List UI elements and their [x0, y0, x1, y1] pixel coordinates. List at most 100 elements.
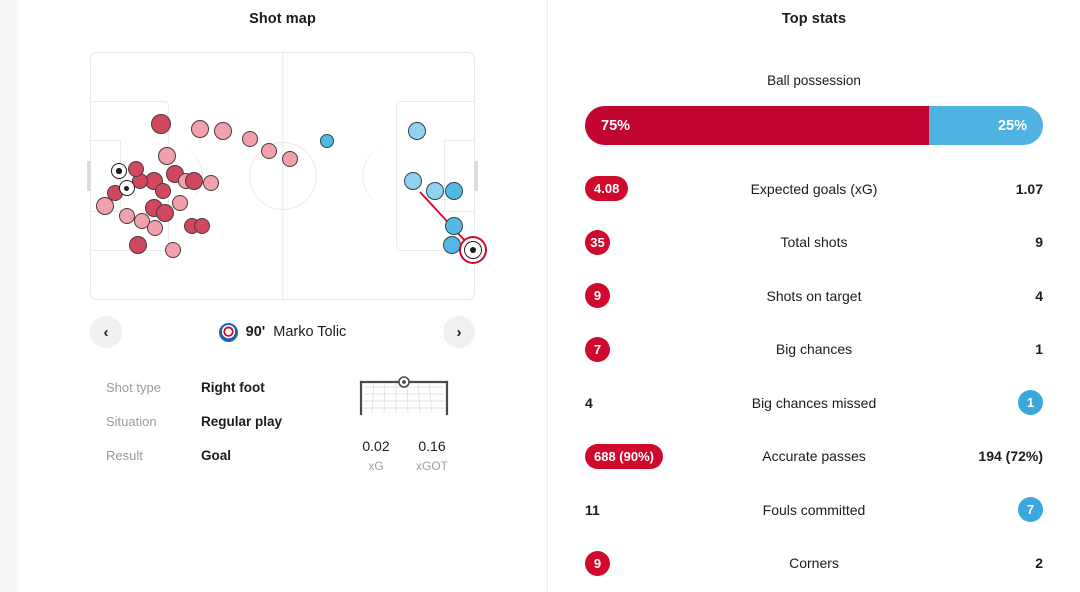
- stat-row: 7 Big chances 1: [585, 323, 1043, 377]
- top-stats-panel: Top stats Ball possession 75% 25% 4.08 Ex…: [548, 0, 1080, 592]
- stat-label: Accurate passes: [762, 448, 866, 465]
- shot-marker[interactable]: [156, 204, 175, 223]
- xgot-label: xGOT: [416, 459, 448, 473]
- stat-away-value: 1: [923, 341, 1043, 357]
- shot-marker[interactable]: [164, 242, 181, 259]
- stat-away-value: 2: [923, 555, 1043, 571]
- stat-home-value: 4: [585, 395, 705, 411]
- shot-details: Shot type Right foot Situation Regular play…: [106, 380, 346, 482]
- stats-list: 4.08 Expected goals (xG) 1.07 35 Total shots…: [585, 162, 1043, 590]
- shot-marker[interactable]: [282, 150, 299, 167]
- ball-possession-bar: 75% 25%: [585, 106, 1043, 145]
- stat-home-value: 11: [585, 502, 705, 518]
- xg-values: 0.02 0.16: [352, 438, 456, 454]
- stat-label: Total shots: [780, 234, 848, 251]
- stat-away-value: 1.07: [923, 181, 1043, 197]
- goalmouth-container: 0.02 0.16 xG xGOT: [352, 375, 456, 473]
- shot-marker[interactable]: [158, 147, 176, 166]
- stat-away-plain: 2: [1035, 555, 1043, 572]
- stat-away-value: 1: [923, 390, 1043, 416]
- shot-marker[interactable]: [155, 182, 172, 199]
- xg-labels: xG xGOT: [352, 459, 456, 473]
- selected-shot-player: 90' Marko Tolic: [218, 322, 347, 342]
- shot-marker[interactable]: [172, 195, 189, 212]
- shot-marker[interactable]: [442, 236, 461, 255]
- stat-home-value: 9: [585, 283, 705, 309]
- stat-away-plain: 1.07: [1015, 180, 1043, 197]
- shot-detail-value: Goal: [201, 448, 232, 463]
- shot-marker[interactable]: [129, 236, 148, 255]
- shot-marker[interactable]: [128, 160, 145, 177]
- stat-away-plain: 1: [1035, 341, 1043, 358]
- shot-marker-goal[interactable]: [118, 180, 135, 197]
- shot-marker[interactable]: [444, 181, 463, 200]
- stat-row: 4 Big chances missed 1: [585, 376, 1043, 430]
- stat-label: Expected goals (xG): [750, 180, 878, 197]
- page-background-strip: [0, 0, 18, 592]
- shot-map-title: Shot map: [249, 11, 316, 27]
- stat-away-plain: 194 (72%): [978, 448, 1043, 465]
- stat-label: Big chances missed: [751, 394, 877, 411]
- shot-detail-row: Situation Regular play: [106, 414, 346, 448]
- stat-label: Big chances: [775, 341, 853, 358]
- shot-marker[interactable]: [203, 175, 220, 192]
- shot-marker[interactable]: [96, 196, 115, 215]
- stat-row: 9 Corners 2: [585, 537, 1043, 591]
- shot-marker[interactable]: [118, 207, 135, 224]
- stat-label: Corners: [789, 555, 839, 572]
- shot-marker-goal[interactable]: [464, 241, 483, 260]
- stat-away-value: 4: [923, 288, 1043, 304]
- shot-marker[interactable]: [184, 171, 203, 190]
- stat-away-badge: 7: [1018, 497, 1043, 523]
- xgot-value: 0.16: [418, 438, 446, 454]
- shot-marker[interactable]: [190, 119, 209, 138]
- stat-home-value: 9: [585, 550, 705, 576]
- shot-detail-key: Result: [106, 448, 143, 463]
- previous-shot-button[interactable]: ‹: [90, 316, 122, 348]
- shot-detail-row: Shot type Right foot: [106, 380, 346, 414]
- shot-marker[interactable]: [261, 143, 278, 160]
- shot-navigator: ‹ 90' Marko Tolic ›: [90, 312, 475, 352]
- stat-row: 4.08 Expected goals (xG) 1.07: [585, 162, 1043, 216]
- shot-marker[interactable]: [425, 181, 444, 200]
- shot-marker[interactable]: [151, 113, 172, 134]
- shot-marker[interactable]: [213, 122, 232, 141]
- shot-marker[interactable]: [404, 171, 423, 190]
- stat-away-value: 7: [923, 497, 1043, 523]
- stat-row: 688 (90%) Accurate passes 194 (72%): [585, 430, 1043, 484]
- shot-detail-row: Result Goal: [106, 448, 346, 482]
- ball-possession-label: Ball possession: [767, 73, 861, 88]
- xg-label: xG: [368, 459, 384, 473]
- stat-home-plain: 4: [585, 394, 593, 411]
- stat-home-value: 35: [585, 229, 705, 255]
- pitch-container[interactable]: [87, 52, 483, 300]
- stat-label: Shots on target: [766, 287, 862, 304]
- match-stats-page: Shot map ‹ 90' Marko Tolic › Shot type R…: [0, 0, 1080, 592]
- stat-away-plain: 9: [1035, 234, 1043, 251]
- shot-marker[interactable]: [408, 122, 427, 141]
- stat-away-value: 9: [923, 234, 1043, 250]
- stat-row: 9 Shots on target 4: [585, 269, 1043, 323]
- top-stats-title: Top stats: [781, 11, 847, 27]
- shot-marker[interactable]: [319, 134, 334, 149]
- stat-away-badge: 1: [1018, 390, 1043, 416]
- stat-home-value: 7: [585, 336, 705, 362]
- shot-marker-goal[interactable]: [110, 163, 127, 180]
- shot-map-panel: Shot map ‹ 90' Marko Tolic › Shot type R…: [18, 0, 547, 592]
- club-crest-icon: [218, 322, 238, 342]
- shot-markers-layer[interactable]: [90, 52, 483, 300]
- stat-label: Fouls committed: [762, 501, 866, 518]
- shot-detail-value: Regular play: [201, 414, 283, 429]
- shot-detail-key: Shot type: [106, 380, 161, 395]
- shot-marker[interactable]: [193, 217, 210, 234]
- goalmouth-diagram: [359, 376, 449, 416]
- shot-player-name: Marko Tolic: [273, 324, 347, 340]
- possession-away-segment: 25%: [928, 106, 1043, 145]
- shot-marker[interactable]: [147, 220, 164, 237]
- stat-home-badge: 9: [585, 550, 610, 576]
- shot-marker[interactable]: [444, 216, 463, 235]
- shot-marker[interactable]: [241, 130, 258, 147]
- shot-detail-value: Right foot: [201, 380, 265, 395]
- stat-home-badge: 688 (90%): [585, 443, 663, 469]
- next-shot-button[interactable]: ›: [442, 316, 475, 348]
